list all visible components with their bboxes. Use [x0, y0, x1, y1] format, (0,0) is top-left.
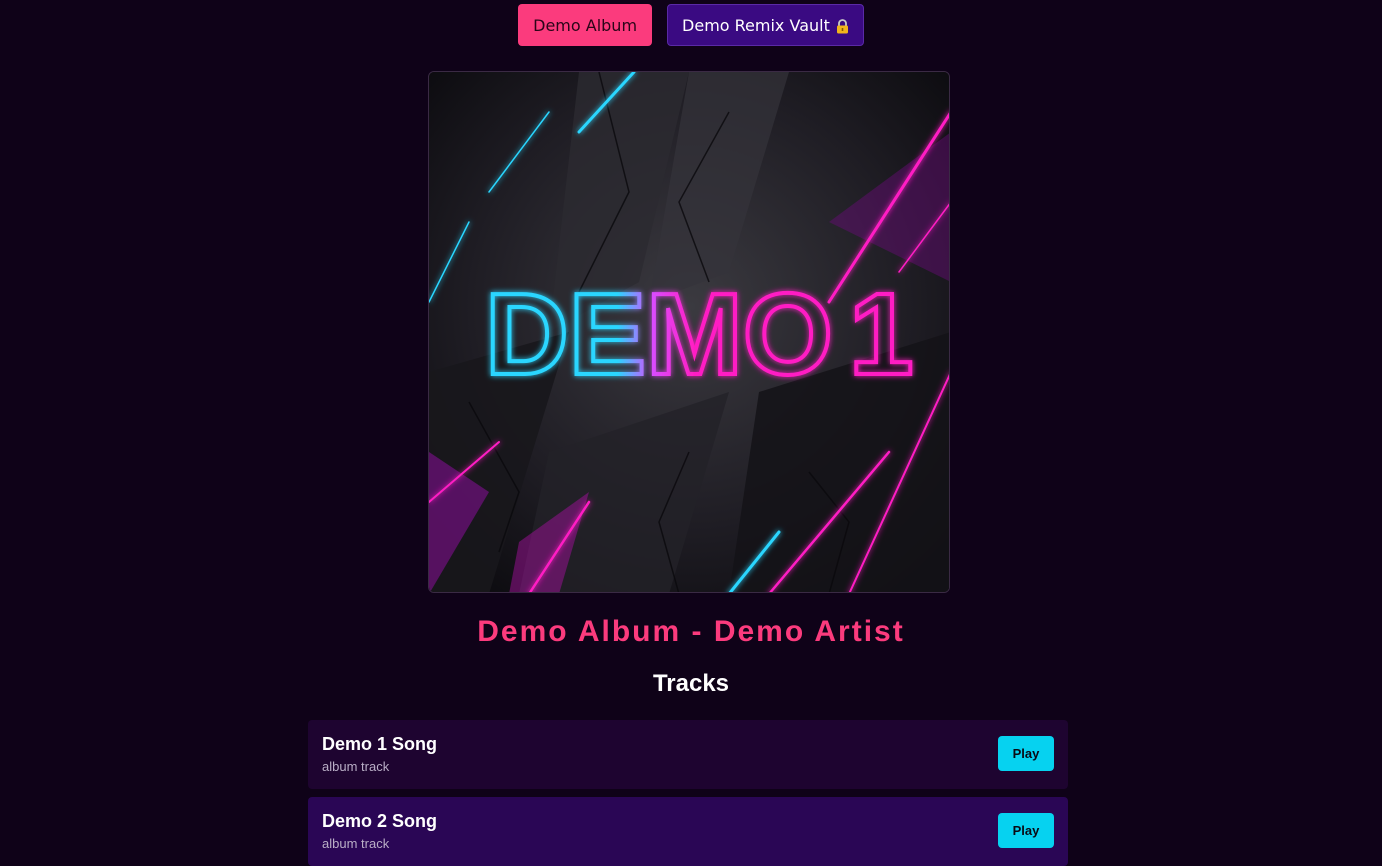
tab-demo-album[interactable]: Demo Album [518, 4, 653, 46]
tab-demo-remix-vault-label: Demo Remix Vault [682, 15, 830, 35]
album-tabs: Demo Album Demo Remix Vault [0, 4, 1382, 46]
track-name: Demo 2 Song [322, 811, 438, 831]
track-row: Demo 2 Song album track Play [308, 797, 1068, 866]
track-row: Demo 1 Song album track Play [308, 720, 1068, 789]
tracks-heading: Tracks [652, 670, 730, 697]
play-button[interactable]: Play [998, 736, 1054, 771]
track-subtitle: album track [322, 759, 390, 774]
cover-number-text: 1 [849, 269, 914, 399]
album-title: Demo Album - Demo Artist [477, 615, 905, 648]
tab-demo-album-label: Demo Album [533, 15, 638, 35]
lock-icon [836, 18, 849, 34]
play-button[interactable]: Play [998, 813, 1054, 848]
album-cover: DEMO 1 [428, 71, 950, 593]
track-subtitle: album track [322, 836, 390, 851]
track-name: Demo 1 Song [322, 734, 438, 754]
tab-demo-remix-vault[interactable]: Demo Remix Vault [667, 4, 864, 46]
cover-title-text: DEMO [485, 269, 833, 399]
